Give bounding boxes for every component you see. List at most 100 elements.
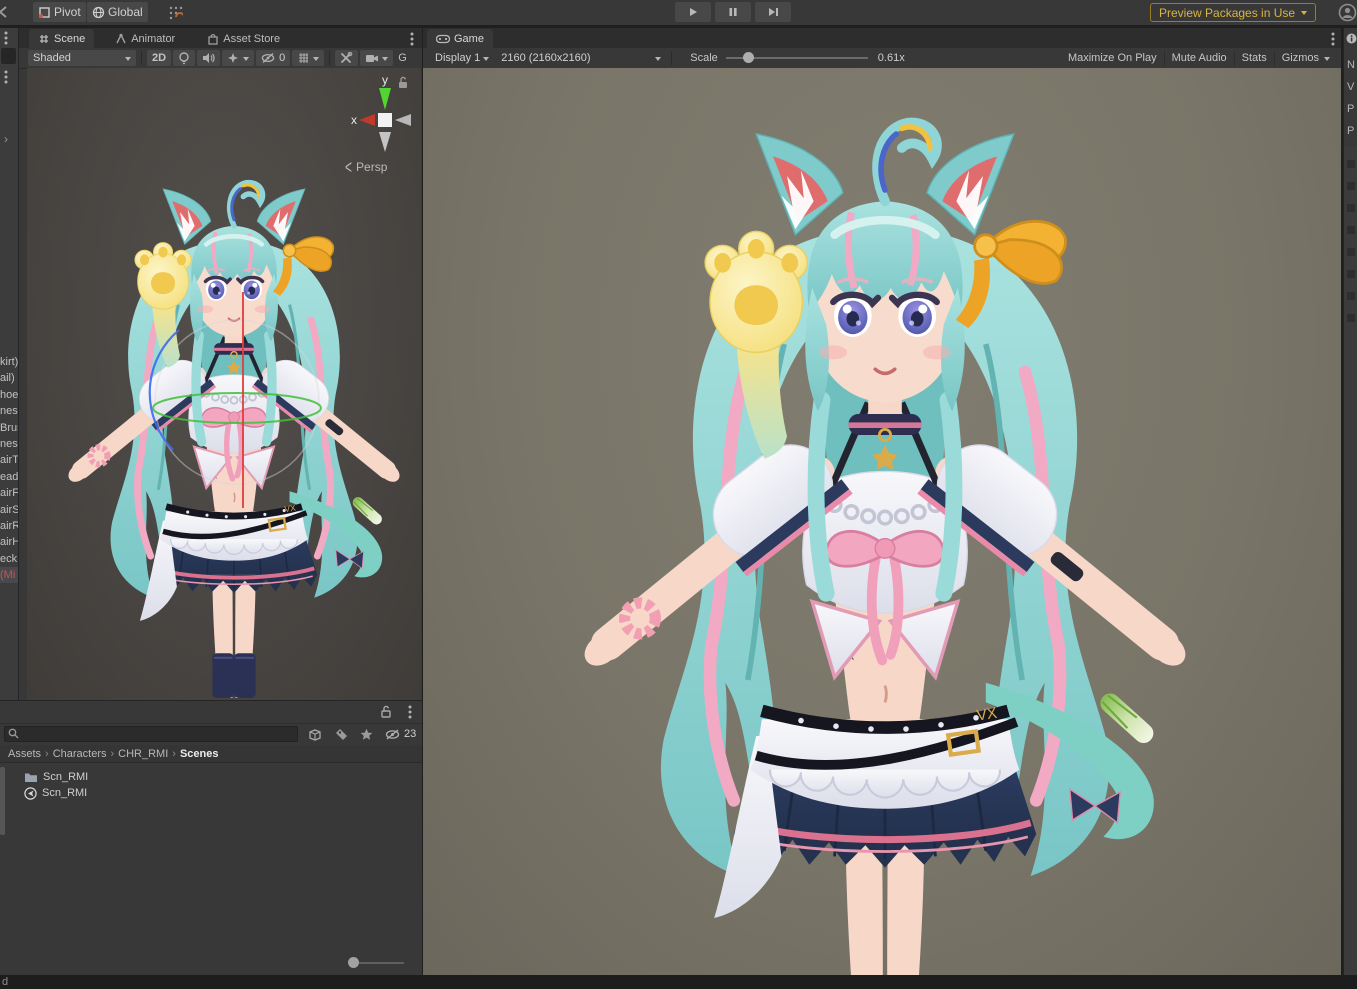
scale-value: 0.61x — [878, 52, 905, 64]
hierarchy-item[interactable]: airF — [0, 485, 18, 501]
maximize-on-play-button[interactable]: Maximize On Play — [1061, 50, 1164, 66]
scene-lighting-button[interactable] — [173, 50, 195, 66]
play-controls — [674, 2, 792, 22]
tab-scene[interactable]: Scene — [29, 29, 94, 48]
thumbnail-slider-knob[interactable] — [348, 957, 359, 968]
list-item-label: Scn_RMI — [43, 771, 88, 783]
camera-dropdown[interactable] — [360, 50, 393, 66]
eye-slash-icon[interactable] — [385, 728, 401, 741]
project-footer — [0, 949, 422, 976]
pivot-toggle-button[interactable]: Pivot — [33, 2, 86, 22]
project-searchbar: 23 — [0, 723, 422, 745]
account-icon[interactable] — [1338, 3, 1357, 22]
axis-y-label: y — [382, 73, 388, 87]
hidden-count-label: 0 — [279, 52, 285, 64]
breadcrumb-characters[interactable]: Characters — [53, 748, 107, 760]
persp-label: Persp — [356, 160, 387, 174]
transform-tool-icon[interactable] — [0, 4, 12, 20]
global-toggle-button[interactable]: Global — [87, 2, 148, 22]
breadcrumb-scenes[interactable]: Scenes — [180, 748, 219, 760]
draw-mode-label: Shaded — [33, 52, 71, 64]
stats-label: Stats — [1242, 52, 1267, 64]
expand-panel-chevron-icon[interactable]: › — [4, 132, 8, 146]
hierarchy-item[interactable]: kirt) — [0, 354, 18, 370]
display-dropdown[interactable]: Display 1 — [430, 50, 494, 66]
project-panel: 23 Assets › Characters › CHR_RMI › Scene… — [0, 700, 422, 976]
tab-asset-store[interactable]: Asset Store — [198, 29, 289, 48]
step-button[interactable] — [755, 2, 791, 22]
hierarchy-item[interactable]: hoe — [0, 387, 18, 403]
import-package-icon[interactable] — [308, 728, 323, 741]
play-button[interactable] — [675, 2, 711, 22]
resolution-dropdown[interactable]: 2160 (2160x2160) — [496, 50, 666, 66]
tab-animator[interactable]: Animator — [106, 29, 184, 48]
grid-visibility-dropdown[interactable] — [292, 50, 324, 66]
chevron-down-icon — [243, 57, 249, 64]
rotation-gizmo[interactable] — [139, 290, 339, 520]
stats-button[interactable]: Stats — [1234, 50, 1274, 66]
global-label: Global — [108, 5, 143, 19]
favorites-star-icon[interactable] — [360, 728, 373, 741]
breadcrumb-chr-rmi[interactable]: CHR_RMI — [118, 748, 168, 760]
scale-slider-knob[interactable] — [743, 52, 754, 63]
unlock-icon[interactable] — [397, 76, 409, 89]
2d-toggle-button[interactable]: 2D — [147, 50, 171, 66]
hierarchy-item[interactable]: ead — [0, 469, 18, 485]
hierarchy-item[interactable]: airH — [0, 534, 18, 550]
gizmos-label: Gizmos — [1282, 52, 1319, 64]
draw-mode-dropdown[interactable]: Shaded — [28, 50, 136, 66]
hierarchy-item[interactable]: ail) — [0, 370, 18, 386]
hierarchy-item[interactable]: airT — [0, 452, 18, 468]
eye-slash-icon — [261, 52, 276, 64]
status-text: d — [2, 976, 8, 988]
game-viewport[interactable] — [423, 68, 1341, 975]
persp-toggle[interactable]: < Persp — [345, 160, 387, 174]
pause-button[interactable] — [715, 2, 751, 22]
scene-audio-button[interactable] — [197, 50, 220, 66]
scrollbar-thumb[interactable] — [0, 767, 5, 835]
hierarchy-item[interactable]: airS — [0, 502, 18, 518]
breadcrumb-separator: › — [172, 748, 176, 760]
pivot-label: Pivot — [54, 5, 81, 19]
search-input[interactable] — [4, 726, 298, 742]
hierarchy-item[interactable]: nes — [0, 436, 18, 452]
hierarchy-item[interactable]: nes — [0, 403, 18, 419]
folder-icon — [24, 771, 38, 783]
preview-packages-button[interactable]: Preview Packages in Use — [1150, 3, 1316, 22]
effects-dropdown[interactable] — [222, 50, 254, 66]
hierarchy-item[interactable]: eck — [0, 551, 18, 567]
kebab-menu-icon[interactable] — [4, 70, 8, 84]
kebab-menu-icon[interactable] — [408, 705, 412, 719]
orientation-gizmo[interactable]: y x — [345, 72, 421, 172]
hierarchy-item[interactable]: airR — [0, 518, 18, 534]
scene-viewport[interactable]: y x < Persp — [27, 68, 421, 700]
gizmos-cut-label[interactable]: G — [398, 52, 407, 64]
hierarchy-item[interactable]: Brus — [0, 420, 18, 436]
step-icon — [768, 7, 779, 17]
rotation-gizmo-y-ring — [153, 393, 321, 423]
tools-icon — [340, 52, 353, 64]
list-item-folder[interactable]: Scn_RMI — [0, 769, 422, 785]
kebab-menu-icon[interactable] — [410, 32, 414, 46]
unlock-icon[interactable] — [380, 705, 392, 718]
hierarchy-item-missing[interactable]: (Mi — [0, 567, 18, 583]
kebab-menu-icon[interactable] — [1331, 32, 1335, 46]
game-toolbar: Display 1 2160 (2160x2160) Scale 0.61x M… — [423, 48, 1341, 69]
scene-panel: Scene Animator Asset Store Shaded — [19, 28, 422, 700]
gizmos-dropdown[interactable]: Gizmos — [1274, 50, 1337, 66]
list-item-scene[interactable]: Scn_RMI — [0, 785, 422, 801]
breadcrumb-separator: › — [110, 748, 114, 760]
thumbnail-size-slider[interactable] — [348, 957, 404, 969]
component-tools-button[interactable] — [335, 50, 358, 66]
kebab-menu-icon[interactable] — [4, 31, 8, 45]
grid-snap-button[interactable] — [163, 2, 188, 22]
scene-visibility-button[interactable]: 0 — [256, 50, 290, 66]
scale-slider[interactable] — [726, 51, 868, 65]
breadcrumb-assets[interactable]: Assets — [8, 748, 41, 760]
mute-audio-button[interactable]: Mute Audio — [1164, 50, 1234, 66]
animator-icon — [115, 33, 127, 45]
speaker-icon — [202, 52, 215, 64]
tag-filter-icon[interactable] — [335, 728, 348, 741]
main-toolbar: Pivot Global — [0, 0, 1357, 25]
tab-game[interactable]: Game — [427, 29, 493, 48]
